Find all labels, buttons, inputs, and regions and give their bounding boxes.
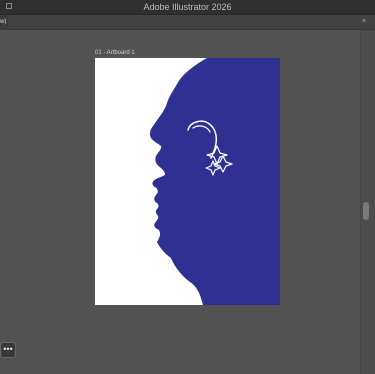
title-bar: Adobe Illustrator 2026	[0, 0, 375, 15]
scrollbar-thumb[interactable]	[363, 202, 369, 220]
close-icon[interactable]: ×	[357, 15, 371, 29]
more-options-button[interactable]: •••	[0, 342, 16, 358]
face-silhouette[interactable]	[149, 58, 270, 305]
artboard[interactable]	[95, 58, 280, 305]
document-tab[interactable]: w)	[0, 15, 8, 29]
artboard-label[interactable]: 01 - Artboard 1	[95, 49, 135, 57]
illustrator-window: Adobe Illustrator 2026 w) × 01 - Artboar…	[0, 0, 375, 374]
app-title: Adobe Illustrator 2026	[143, 2, 232, 12]
vertical-scrollbar[interactable]	[360, 30, 375, 374]
right-edge-strip	[270, 58, 280, 305]
control-bar	[0, 15, 375, 30]
artwork	[149, 58, 280, 305]
